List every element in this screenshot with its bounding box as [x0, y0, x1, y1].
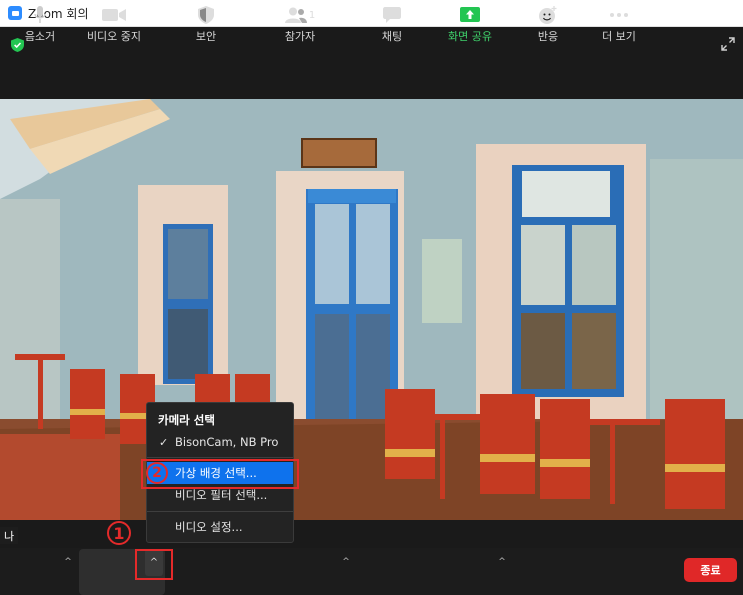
fullscreen-expand-icon[interactable] [721, 37, 735, 51]
checkmark-icon: ✓ [159, 435, 169, 449]
video-filter-label: 비디오 필터 선택... [175, 488, 268, 502]
participants-count: 1 [308, 9, 316, 21]
reactions-button[interactable]: 반응 [528, 0, 568, 47]
mute-button[interactable]: 음소거 [18, 0, 62, 47]
video-settings-label: 비디오 설정... [175, 520, 243, 534]
mute-label: 음소거 [24, 30, 56, 43]
annotation-box-1 [135, 549, 173, 580]
camera-select-heading: 카메라 선택 [158, 413, 215, 427]
reaction-smiley-icon [538, 5, 558, 25]
self-view-label: 나 [0, 527, 18, 544]
video-camera-icon [101, 5, 127, 25]
menu-divider [147, 457, 293, 458]
participants-label: 참가자 [284, 30, 316, 43]
video-feed [0, 99, 743, 520]
menu-divider [147, 511, 293, 512]
chat-button[interactable]: 채팅 [372, 0, 412, 47]
more-dots-icon [609, 5, 629, 25]
share-screen-label: 화면 공유 [448, 30, 492, 43]
more-label: 더 보기 [602, 30, 636, 43]
security-label: 보안 [195, 30, 217, 43]
menu-item-camera[interactable]: ✓ BisonCam, NB Pro [147, 431, 293, 453]
participants-button[interactable]: 1 참가자 [275, 0, 325, 47]
share-screen-icon [460, 5, 480, 25]
participants-icon: 1 [284, 5, 316, 25]
security-button[interactable]: 보안 [186, 0, 226, 47]
share-screen-button[interactable]: 화면 공유 [443, 0, 497, 47]
security-shield-icon [198, 5, 214, 25]
meeting-area: 나 [0, 27, 743, 548]
mute-options-chevron-icon[interactable]: ^ [62, 556, 74, 568]
chat-bubble-icon [383, 5, 401, 25]
share-options-chevron-icon[interactable]: ^ [496, 556, 508, 568]
annotation-step-2: 2 [146, 462, 168, 484]
microphone-icon [34, 5, 46, 25]
reactions-label: 반응 [537, 30, 559, 43]
video-scene [0, 99, 743, 520]
stop-video-label: 비디오 중지 [86, 30, 142, 43]
camera-name: BisonCam, NB Pro [175, 435, 279, 449]
more-button[interactable]: 더 보기 [597, 0, 641, 47]
chat-label: 채팅 [381, 30, 403, 43]
end-meeting-button[interactable]: 종료 [684, 558, 737, 582]
participants-options-chevron-icon[interactable]: ^ [340, 556, 352, 568]
annotation-step-1: 1 [107, 521, 131, 545]
stop-video-button[interactable]: 비디오 중지 [84, 0, 144, 47]
menu-item-video-settings[interactable]: 비디오 설정... [147, 516, 293, 538]
